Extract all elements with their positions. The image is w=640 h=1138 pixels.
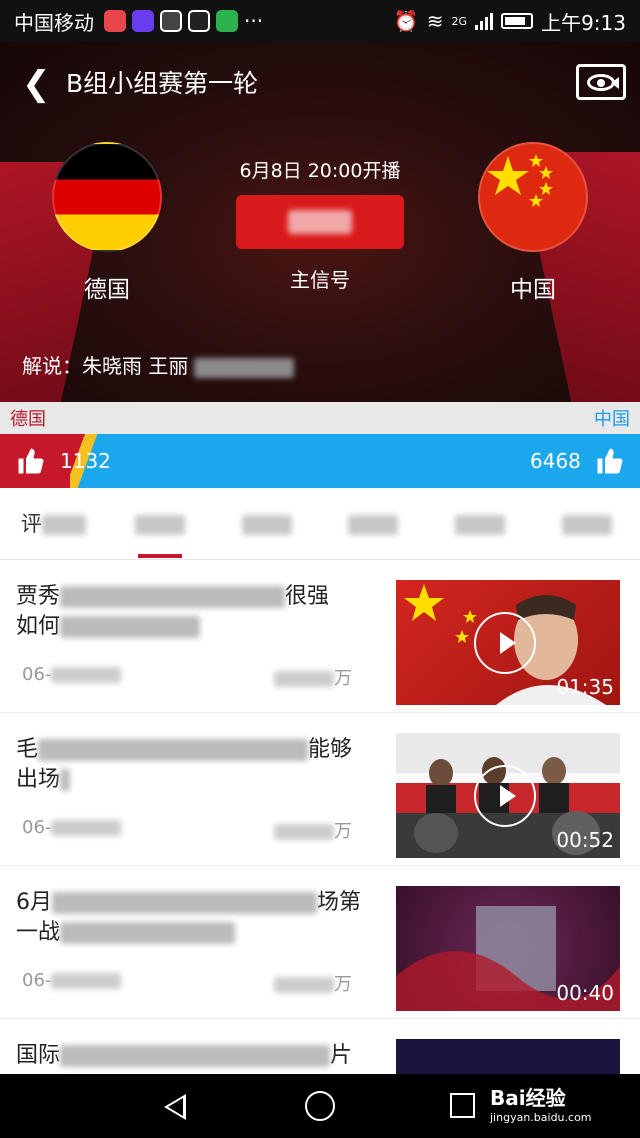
live-view-icon[interactable] — [576, 64, 626, 100]
video-thumbnail[interactable]: 00:40 — [396, 886, 620, 1011]
play-icon — [474, 765, 536, 827]
item-headline: 毛能够 出场 — [16, 737, 353, 792]
thumbs-up-away-icon[interactable] — [595, 446, 625, 476]
wifi-icon: ≋ — [426, 9, 444, 33]
list-item[interactable]: 毛能够 出场 06- 万 00:52 — [0, 713, 640, 866]
system-nav-bar: Bai经验 jingyan.baidu.com — [0, 1074, 640, 1138]
tab-comments[interactable]: 评 — [5, 488, 101, 560]
back-icon[interactable]: ❮ — [22, 64, 62, 104]
away-vote-count: 6468 — [530, 449, 581, 473]
item-views: 万 — [274, 817, 352, 843]
item-date: 06- — [22, 970, 122, 996]
tab-5[interactable] — [432, 488, 528, 560]
commentators: 解说：朱晓雨 王丽 — [22, 350, 295, 379]
china-flag-icon — [478, 142, 588, 252]
nav-recents-icon[interactable] — [450, 1093, 475, 1118]
list-item[interactable]: 贾秀 很强 如何 06- 万 01:35 — [0, 560, 640, 713]
broadcast-time: 6月8日 20:00开播 — [239, 160, 401, 182]
item-views: 万 — [274, 664, 352, 690]
match-header: ❮ B组小组赛第一轮 德国 6月8日 20:00开播 主信号 中国 解说：朱晓雨… — [0, 42, 640, 402]
item-headline: 贾秀 很强 如何 — [16, 584, 330, 639]
home-team-name: 德国 — [84, 277, 130, 303]
nav-home-icon[interactable] — [305, 1091, 335, 1121]
alarm-icon: ⏰ — [393, 9, 419, 33]
item-date: 06- — [22, 664, 122, 690]
battery-icon — [501, 13, 534, 29]
home-vote-count: 1132 — [60, 449, 111, 473]
vote-away-label: 中国 — [594, 409, 630, 430]
app-notification-icon — [160, 10, 182, 32]
tab-videos[interactable] — [112, 488, 208, 560]
tab-4[interactable] — [325, 488, 421, 560]
nav-back-icon[interactable] — [164, 1094, 186, 1120]
network-type: 2G — [451, 14, 468, 28]
vote-bar: 1132 6468 — [0, 434, 640, 488]
item-date: 06- — [22, 817, 122, 843]
video-duration: 00:52 — [556, 828, 614, 852]
more-notifications-icon: ··· — [244, 9, 264, 33]
germany-flag-icon — [52, 142, 162, 252]
item-headline: 国际片 — [16, 1043, 353, 1068]
signal-icon — [475, 12, 494, 30]
video-duration: 00:40 — [556, 981, 614, 1005]
wechat-icon — [216, 10, 238, 32]
clock: 上午9:13 — [541, 10, 626, 35]
list-item[interactable]: 国际片 — [0, 1019, 640, 1074]
vote-labels: 德国 中国 — [0, 402, 640, 434]
tab-6[interactable] — [539, 488, 635, 560]
item-views: 万 — [274, 970, 352, 996]
away-team-name: 中国 — [510, 277, 556, 303]
tab-3[interactable] — [219, 488, 315, 560]
content-tabs: 评 — [0, 488, 640, 560]
page-title: B组小组赛第一轮 — [66, 69, 259, 98]
list-item[interactable]: 6月 场第 一战 06- 万 00:40 — [0, 866, 640, 1019]
item-headline: 6月 场第 一战 — [16, 890, 362, 945]
watch-live-button[interactable] — [236, 195, 404, 249]
app-notification-icon — [132, 10, 154, 32]
status-bar: 中国移动 ··· ⏰ ≋ 2G 上午9:13 — [0, 0, 640, 42]
baidu-watermark: Bai经验 jingyan.baidu.com — [490, 1086, 592, 1124]
app-notification-icon — [104, 10, 126, 32]
carrier-name: 中国移动 — [14, 10, 94, 35]
play-icon — [474, 612, 536, 674]
tiktok-icon — [188, 10, 210, 32]
video-thumbnail[interactable] — [396, 1039, 620, 1074]
signal-label: 主信号 — [290, 268, 350, 292]
video-list: 贾秀 很强 如何 06- 万 01:35 毛能够 出场 06- 万 00:52 … — [0, 560, 640, 1074]
thumbs-up-home-icon[interactable] — [16, 446, 46, 476]
vote-home-label: 德国 — [10, 409, 46, 430]
video-thumbnail[interactable]: 01:35 — [396, 580, 620, 705]
video-thumbnail[interactable]: 00:52 — [396, 733, 620, 858]
video-duration: 01:35 — [556, 675, 614, 699]
